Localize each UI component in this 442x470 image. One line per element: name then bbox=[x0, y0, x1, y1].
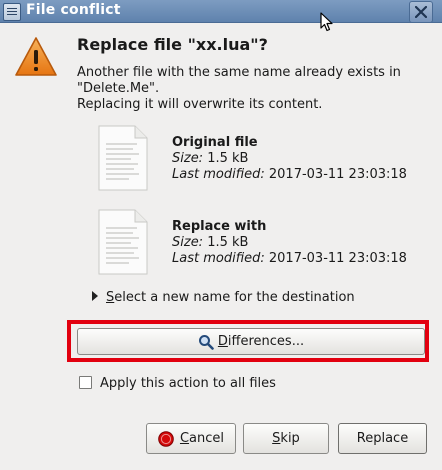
document-icon bbox=[98, 125, 148, 191]
skip-button[interactable]: Skip bbox=[243, 423, 329, 454]
mouse-cursor-icon bbox=[320, 12, 333, 32]
replacement-file-title: Replace with bbox=[172, 219, 267, 234]
expander-arrow-icon bbox=[92, 291, 98, 301]
apply-all-checkbox[interactable] bbox=[79, 376, 92, 389]
replacement-file-size: Size: 1.5 kB bbox=[172, 235, 249, 250]
description-line: Another file with the same name already … bbox=[77, 65, 401, 80]
differences-button[interactable]: Differences... bbox=[77, 328, 425, 355]
replacement-file-row: Replace with Size: 1.5 kB Last modified:… bbox=[95, 208, 415, 276]
description-line: Replacing it will overwrite its content. bbox=[77, 97, 323, 112]
magnifier-icon bbox=[198, 334, 214, 350]
cancel-label: Cancel bbox=[179, 431, 225, 446]
warning-icon bbox=[15, 37, 57, 76]
original-file-modified: Last modified: 2017-03-11 23:03:18 bbox=[172, 167, 407, 182]
title-bar[interactable]: File conflict bbox=[0, 0, 442, 23]
replacement-file-modified: Last modified: 2017-03-11 23:03:18 bbox=[172, 251, 407, 266]
cancel-button[interactable]: Cancel bbox=[146, 423, 236, 454]
window-title: File conflict bbox=[26, 2, 121, 18]
document-icon bbox=[98, 209, 148, 275]
apply-all-label: Apply this action to all files bbox=[100, 376, 276, 391]
original-file-info: Original file Size: 1.5 kB Last modified… bbox=[172, 135, 407, 183]
replacement-file-info: Replace with Size: 1.5 kB Last modified:… bbox=[172, 219, 407, 267]
apply-all-option[interactable]: Apply this action to all files bbox=[79, 376, 276, 391]
original-file-size: Size: 1.5 kB bbox=[172, 151, 249, 166]
description: Another file with the same name already … bbox=[77, 65, 417, 113]
original-file-title: Original file bbox=[172, 135, 258, 150]
stop-icon bbox=[158, 430, 174, 447]
description-line: "Delete.Me". bbox=[77, 81, 160, 96]
close-icon[interactable] bbox=[409, 1, 433, 23]
file-conflict-dialog: File conflict Replace file "xx.lua"? Ano… bbox=[0, 0, 442, 470]
skip-label: Skip bbox=[272, 431, 300, 446]
dialog-heading: Replace file "xx.lua"? bbox=[77, 35, 268, 54]
original-file-row: Original file Size: 1.5 kB Last modified… bbox=[95, 124, 415, 192]
differences-label: Differences... bbox=[217, 334, 305, 349]
replace-button[interactable]: Replace bbox=[338, 423, 427, 454]
window-menu-icon[interactable] bbox=[3, 3, 21, 21]
replace-label: Replace bbox=[356, 431, 409, 446]
new-name-expander[interactable]: Select a new name for the destination bbox=[92, 290, 355, 305]
